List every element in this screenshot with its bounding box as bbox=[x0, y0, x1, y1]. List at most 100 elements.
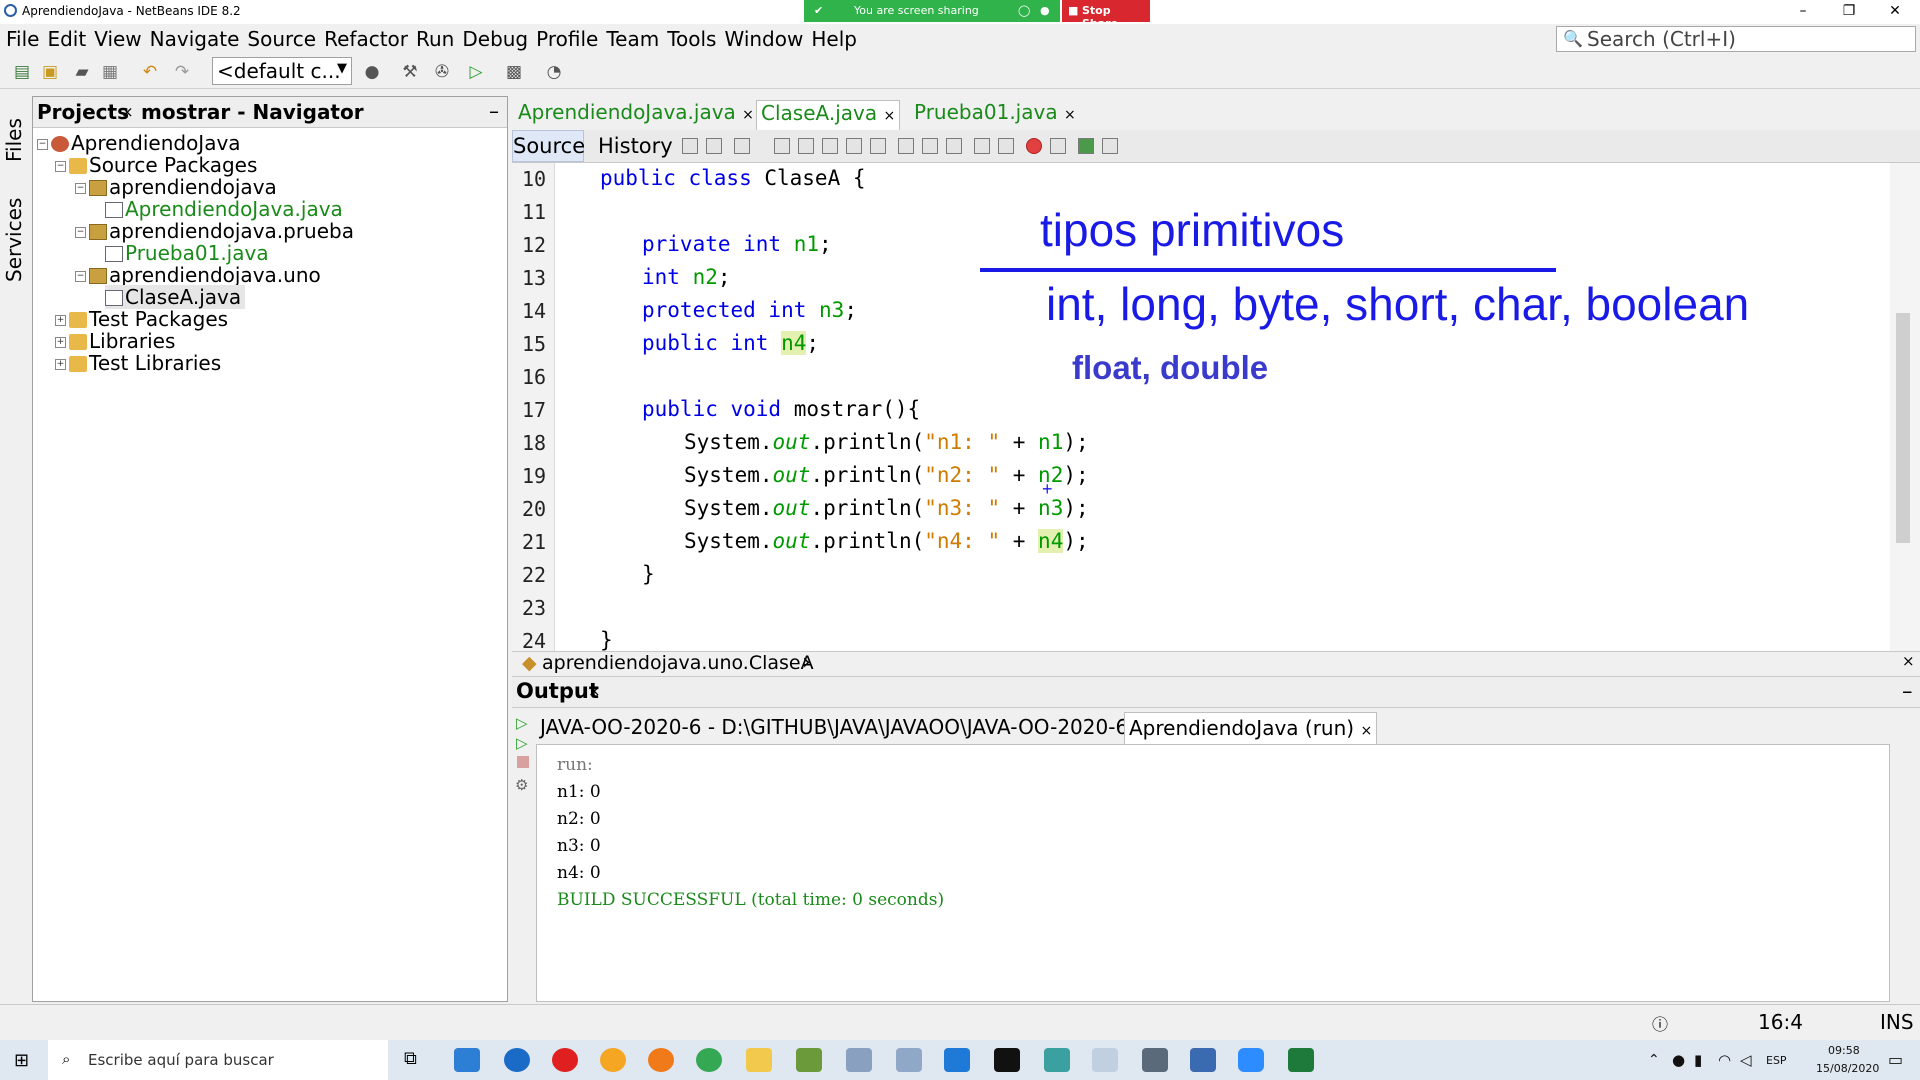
next-bookmark-icon[interactable] bbox=[922, 138, 938, 154]
vscode-icon[interactable] bbox=[944, 1048, 970, 1072]
tree-item-source-packages[interactable]: Source Packages bbox=[69, 153, 257, 177]
redo-icon[interactable]: ↷ bbox=[172, 62, 192, 82]
comment-icon[interactable] bbox=[1078, 138, 1094, 154]
close-tab-icon[interactable]: × bbox=[742, 107, 754, 123]
minimize-panel-icon[interactable]: – bbox=[489, 99, 499, 123]
search-input[interactable]: 🔍 Search (Ctrl+I) bbox=[1556, 26, 1916, 52]
tree-item-test-packages[interactable]: Test Packages bbox=[69, 307, 228, 331]
chevron-up-icon[interactable]: ⌃ bbox=[1648, 1052, 1660, 1068]
tab-projects[interactable]: Projects bbox=[37, 100, 129, 124]
undo-icon[interactable]: ↶ bbox=[140, 62, 160, 82]
task-view-icon[interactable]: ⧉ bbox=[404, 1048, 430, 1072]
collapse-icon[interactable]: − bbox=[75, 183, 86, 194]
find-previous-icon[interactable] bbox=[798, 138, 814, 154]
history-view-button[interactable]: History bbox=[598, 130, 673, 162]
rerun-with-params-icon[interactable]: ▷ bbox=[516, 734, 528, 752]
terminal-icon[interactable] bbox=[994, 1048, 1020, 1072]
editor-vertical-scrollbar[interactable] bbox=[1890, 163, 1920, 651]
forward-icon[interactable] bbox=[734, 138, 750, 154]
uncomment-icon[interactable] bbox=[1102, 138, 1118, 154]
windows-start-icon[interactable]: ⊞ bbox=[14, 1050, 29, 1071]
find-icon[interactable] bbox=[774, 138, 790, 154]
expand-icon[interactable]: + bbox=[55, 337, 66, 348]
menu-debug[interactable]: Debug bbox=[462, 27, 528, 51]
menu-navigate[interactable]: Navigate bbox=[150, 27, 240, 51]
firefox-icon[interactable] bbox=[648, 1048, 674, 1072]
menu-view[interactable]: View bbox=[94, 27, 141, 51]
source-view-button[interactable]: Source bbox=[512, 130, 585, 162]
chrome-canary-icon[interactable] bbox=[600, 1048, 626, 1072]
netbeans-taskbar-icon[interactable] bbox=[1190, 1048, 1216, 1072]
debug-project-icon[interactable]: ▩ bbox=[504, 62, 524, 82]
menu-file[interactable]: File bbox=[6, 27, 39, 51]
file-explorer-icon[interactable] bbox=[746, 1048, 772, 1072]
zoom-icon[interactable] bbox=[1238, 1048, 1264, 1072]
globe-icon[interactable]: ● bbox=[362, 62, 382, 82]
tree-item-package-aprendiendojava[interactable]: aprendiendojava bbox=[89, 175, 277, 199]
tree-item-file-clasea[interactable]: ClaseA.java bbox=[105, 285, 246, 309]
chrome-icon[interactable] bbox=[696, 1048, 722, 1072]
action-center-icon[interactable]: ▭ bbox=[1888, 1050, 1903, 1069]
microphone-icon[interactable]: ● bbox=[1672, 1051, 1685, 1069]
snipping-tool-icon[interactable] bbox=[1092, 1048, 1118, 1072]
code-editor[interactable]: 10 11 12 13 14 15 16 17 18 19 20 21 22 2… bbox=[512, 163, 1890, 651]
tree-item-package-prueba[interactable]: aprendiendojava.prueba bbox=[89, 219, 354, 243]
close-projects-tab-icon[interactable]: × bbox=[121, 103, 134, 121]
stop-macro-icon[interactable] bbox=[1050, 138, 1066, 154]
collapse-icon[interactable]: − bbox=[55, 161, 66, 172]
tree-item-file-aprendiendojava[interactable]: AprendiendoJava.java bbox=[105, 197, 343, 221]
tab-prueba01-java[interactable]: Prueba01.java × bbox=[910, 100, 1080, 130]
tab-navigator[interactable]: mostrar - Navigator bbox=[141, 100, 364, 124]
close-tab-icon[interactable]: × bbox=[1064, 107, 1076, 123]
close-window-button[interactable]: ✕ bbox=[1872, 0, 1918, 22]
new-file-icon[interactable]: ▤ bbox=[12, 62, 32, 82]
expand-icon[interactable]: + bbox=[55, 359, 66, 370]
tool-icon[interactable] bbox=[1044, 1048, 1070, 1072]
stop-share-button[interactable]: ■ Stop Share bbox=[1062, 0, 1150, 30]
tree-item-project[interactable]: AprendiendoJava bbox=[51, 131, 241, 155]
open-project-icon[interactable]: ▰ bbox=[72, 62, 92, 82]
services-side-tab[interactable]: Services bbox=[2, 198, 26, 282]
close-breadcrumb-icon[interactable]: × bbox=[1902, 652, 1915, 670]
toggle-highlight-icon[interactable] bbox=[846, 138, 862, 154]
menu-team[interactable]: Team bbox=[606, 27, 659, 51]
start-macro-icon[interactable] bbox=[1026, 138, 1042, 154]
minimize-output-icon[interactable]: – bbox=[1902, 679, 1913, 703]
pause-share-icon[interactable]: ◯ bbox=[1018, 4, 1030, 17]
tab-output-run[interactable]: AprendiendoJava (run) × bbox=[1124, 712, 1378, 745]
previous-bookmark-icon[interactable] bbox=[898, 138, 914, 154]
taskbar-search-input[interactable]: ⌕ Escribe aquí para buscar bbox=[48, 1040, 388, 1080]
settings-icon[interactable]: ⚙ bbox=[515, 776, 528, 794]
shift-right-icon[interactable] bbox=[998, 138, 1014, 154]
paint-icon[interactable] bbox=[846, 1048, 872, 1072]
tree-item-test-libraries[interactable]: Test Libraries bbox=[69, 351, 221, 375]
wifi-icon[interactable]: ◠ bbox=[1718, 1051, 1731, 1069]
battery-icon[interactable]: ▮ bbox=[1694, 1051, 1702, 1069]
files-side-tab[interactable]: Files bbox=[2, 118, 26, 162]
restore-button[interactable]: ❐ bbox=[1826, 0, 1872, 22]
configuration-select[interactable]: <default c... ▼ bbox=[212, 57, 352, 85]
tree-item-package-uno[interactable]: aprendiendojava.uno bbox=[89, 263, 321, 287]
notifications-icon[interactable]: ⓘ bbox=[1652, 1011, 1668, 1035]
minimize-button[interactable]: – bbox=[1780, 0, 1826, 22]
collapse-icon[interactable]: − bbox=[75, 271, 86, 282]
menu-refactor[interactable]: Refactor bbox=[324, 27, 408, 51]
close-output-icon[interactable]: × bbox=[588, 682, 601, 700]
breadcrumb-path[interactable]: aprendiendojava.uno.ClaseA bbox=[542, 652, 814, 674]
shift-left-icon[interactable] bbox=[974, 138, 990, 154]
save-all-icon[interactable]: ▦ bbox=[100, 62, 120, 82]
build-hammer-icon[interactable]: ⚒ bbox=[400, 62, 420, 82]
stop-icon[interactable] bbox=[517, 756, 529, 768]
excel-icon[interactable] bbox=[1288, 1048, 1314, 1072]
menu-edit[interactable]: Edit bbox=[47, 27, 86, 51]
volume-icon[interactable]: ◁ bbox=[1740, 1051, 1752, 1069]
clock-time[interactable]: 09:58 bbox=[1828, 1044, 1860, 1057]
close-tab-icon[interactable]: × bbox=[1360, 723, 1372, 739]
output-title[interactable]: Output bbox=[516, 679, 599, 703]
edge-browser-icon[interactable] bbox=[504, 1048, 530, 1072]
language-indicator[interactable]: ESP bbox=[1766, 1054, 1787, 1067]
new-project-icon[interactable]: ▣ bbox=[40, 62, 60, 82]
tab-clasea-java[interactable]: ClaseA.java × bbox=[756, 100, 901, 131]
expand-icon[interactable]: + bbox=[55, 315, 66, 326]
clean-build-icon[interactable]: ✇ bbox=[432, 62, 452, 82]
